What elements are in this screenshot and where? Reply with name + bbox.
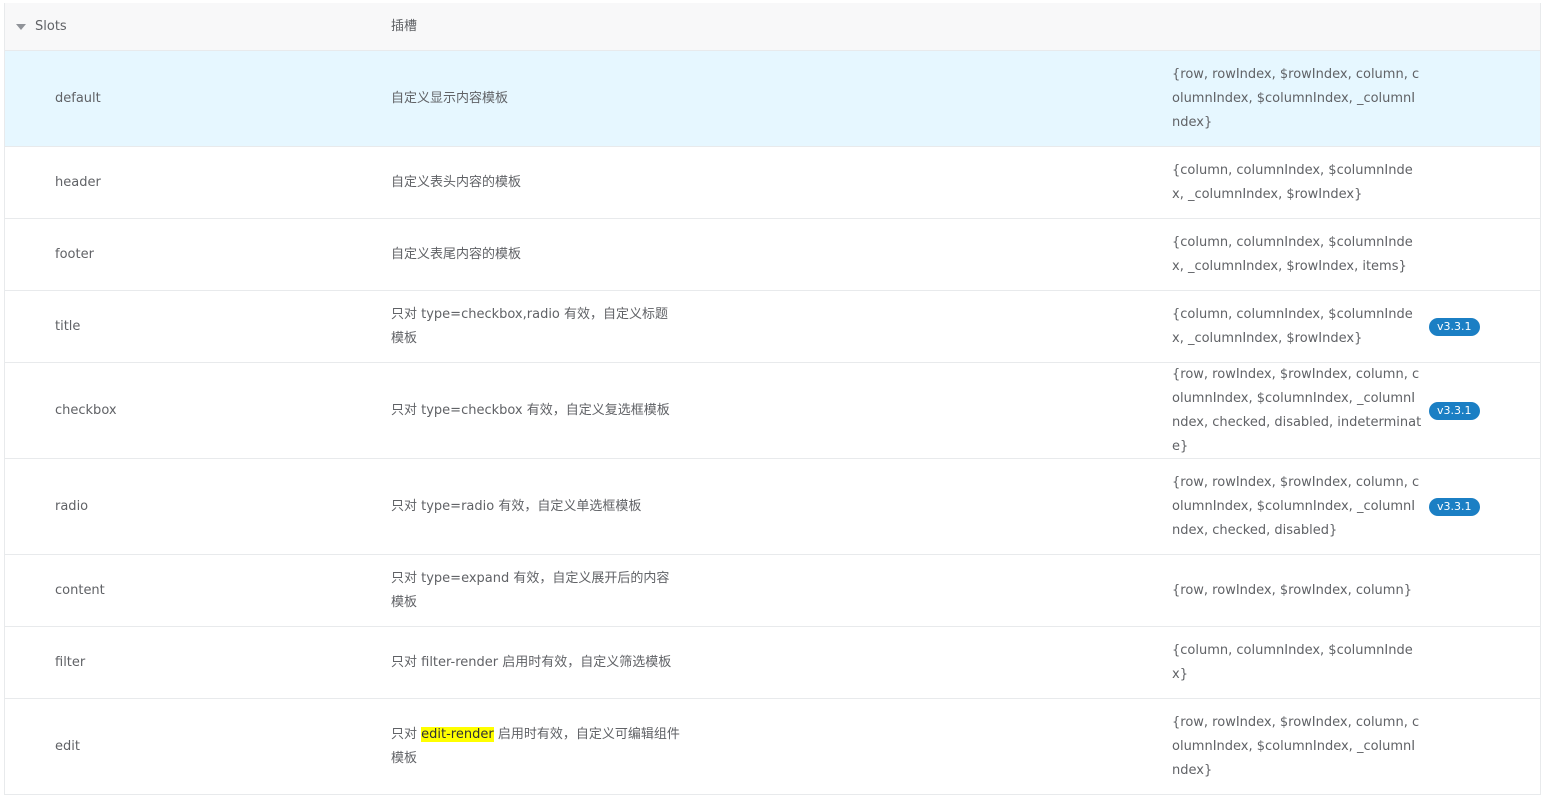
slot-name: edit (55, 739, 80, 754)
table-row[interactable]: footer 自定义表尾内容的模板 {column, columnIndex, … (5, 219, 1540, 291)
caret-down-icon[interactable] (16, 24, 26, 30)
slot-desc: 只对 filter-render 启用时有效，自定义筛选模板 (391, 654, 672, 670)
group-desc: 插槽 (391, 18, 418, 34)
group-row-slots[interactable]: Slots 插槽 (5, 3, 1540, 51)
slot-params: {column, columnIndex, $columnIndex} (1172, 642, 1413, 682)
slot-desc: 只对 type=checkbox,radio 有效，自定义标题模板 (391, 306, 669, 346)
slot-name: radio (55, 499, 89, 514)
slot-desc: 只对 type=checkbox 有效，自定义复选框模板 (391, 402, 670, 418)
slot-params: {column, columnIndex, $columnIndex, _col… (1172, 162, 1413, 202)
version-badge: v3.3.1 (1429, 317, 1480, 336)
table-row[interactable]: title 只对 type=checkbox,radio 有效，自定义标题模板 … (5, 291, 1540, 363)
desc-prefix: 只对 (391, 726, 422, 742)
slot-desc: 自定义表尾内容的模板 (391, 246, 522, 262)
table-row[interactable]: checkbox 只对 type=checkbox 有效，自定义复选框模板 {r… (5, 363, 1540, 459)
slot-params: {column, columnIndex, $columnIndex, _col… (1172, 306, 1413, 346)
slot-desc: 只对 type=expand 有效，自定义展开后的内容模板 (391, 570, 670, 610)
slot-desc: 自定义显示内容模板 (391, 90, 509, 106)
slot-params: {row, rowIndex, $rowIndex, column, colum… (1172, 66, 1420, 130)
slot-params: {row, rowIndex, $rowIndex, column} (1172, 582, 1412, 598)
highlighted-keyword: edit-render (421, 726, 494, 742)
table-row[interactable]: filter 只对 filter-render 启用时有效，自定义筛选模板 {c… (5, 627, 1540, 699)
slot-name: header (55, 175, 101, 190)
slot-name: title (55, 319, 81, 334)
table-row[interactable]: edit 只对 edit-render 启用时有效，自定义可编辑组件模板 {ro… (5, 699, 1540, 795)
group-name: Slots (35, 19, 67, 34)
slot-name: default (55, 91, 101, 106)
slot-name: filter (55, 655, 86, 670)
version-badge: v3.3.1 (1429, 401, 1480, 420)
table-row[interactable]: header 自定义表头内容的模板 {column, columnIndex, … (5, 147, 1540, 219)
slot-desc: 自定义表头内容的模板 (391, 174, 522, 190)
table-row[interactable]: radio 只对 type=radio 有效，自定义单选框模板 {row, ro… (5, 459, 1540, 555)
api-table: Slots 插槽 default 自定义显示内容模板 {row, rowInde… (4, 3, 1541, 795)
slot-desc: 只对 type=radio 有效，自定义单选框模板 (391, 498, 642, 514)
slot-params: {row, rowIndex, $rowIndex, column, colum… (1172, 714, 1420, 778)
slot-params: {column, columnIndex, $columnIndex, _col… (1172, 234, 1413, 274)
version-badge: v3.3.1 (1429, 497, 1480, 516)
slot-params: {row, rowIndex, $rowIndex, column, colum… (1172, 366, 1422, 454)
slot-name: footer (55, 247, 94, 262)
table-row[interactable]: default 自定义显示内容模板 {row, rowIndex, $rowIn… (5, 51, 1540, 147)
slot-name: checkbox (55, 403, 117, 418)
table-row[interactable]: content 只对 type=expand 有效，自定义展开后的内容模板 {r… (5, 555, 1540, 627)
slot-params: {row, rowIndex, $rowIndex, column, colum… (1172, 474, 1420, 538)
slot-name: content (55, 583, 105, 598)
slot-desc: 只对 edit-render 启用时有效，自定义可编辑组件模板 (391, 699, 681, 794)
